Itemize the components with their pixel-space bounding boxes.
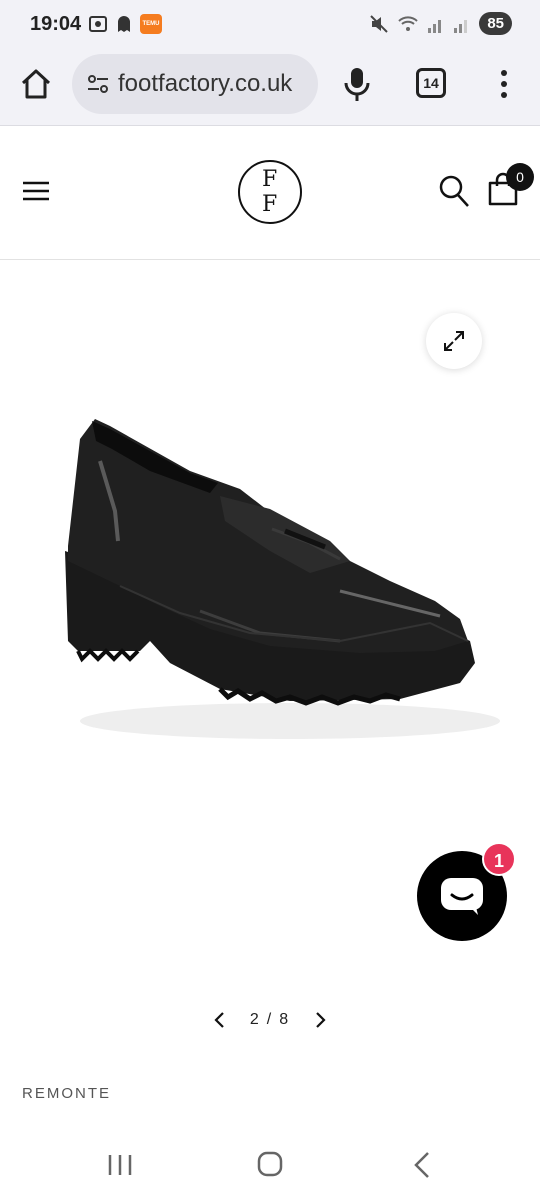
ghost-app-icon [118, 16, 130, 32]
wifi-icon [398, 15, 419, 31]
chat-bubble-icon [441, 878, 483, 915]
next-image-button[interactable] [306, 1006, 334, 1034]
address-bar[interactable]: footfactory.co.uk [72, 54, 318, 114]
site-header: F F 0 [0, 127, 540, 260]
recent-apps-icon[interactable] [106, 1152, 134, 1178]
expand-image-button[interactable] [426, 313, 482, 369]
previous-image-button[interactable] [206, 1006, 234, 1034]
search-icon[interactable] [438, 174, 470, 208]
battery-indicator: 85 [479, 12, 512, 35]
status-system-icons: 85 [369, 12, 512, 35]
status-notification-icons: TEMU [88, 14, 162, 34]
current-page: 2 [249, 1011, 261, 1028]
browser-toolbar: footfactory.co.uk 14 [0, 50, 540, 126]
total-pages: 8 [279, 1011, 291, 1028]
gallery-page-indicator: 2 / 8 [250, 1011, 290, 1029]
signal-icon [428, 19, 442, 33]
product-image[interactable] [40, 401, 500, 761]
chevron-left-icon [214, 1012, 224, 1028]
status-bar: 19:04 TEMU 85 [0, 0, 540, 50]
status-time: 19:04 [30, 13, 82, 35]
chat-notification-badge: 1 [482, 842, 516, 876]
product-brand[interactable]: REMONTE [22, 1085, 111, 1102]
hamburger-menu-icon[interactable] [22, 179, 50, 203]
android-navigation-bar [0, 1130, 540, 1200]
screenshot-icon [89, 16, 107, 32]
expand-arrows-icon [444, 331, 464, 351]
mute-icon [370, 14, 389, 33]
logo-letter-bottom: F [262, 192, 278, 217]
tab-switcher-button[interactable]: 14 [416, 68, 446, 98]
url-text: footfactory.co.uk [118, 70, 293, 97]
microphone-icon[interactable] [340, 64, 374, 104]
temu-icon: TEMU [140, 14, 162, 34]
product-gallery: 1 2 / 8 [0, 261, 540, 1051]
back-icon[interactable] [410, 1150, 434, 1180]
gallery-pager: 2 / 8 [0, 1005, 540, 1035]
cart-count-badge: 0 [506, 163, 534, 191]
signal-icon-2 [454, 19, 468, 33]
overflow-menu-icon[interactable] [490, 66, 518, 102]
home-nav-icon[interactable] [257, 1150, 283, 1178]
logo-letter-top: F [262, 167, 278, 192]
site-logo[interactable]: F F [238, 160, 302, 224]
home-icon[interactable] [18, 66, 54, 102]
chevron-right-icon [316, 1012, 326, 1028]
site-settings-icon[interactable] [84, 70, 112, 98]
page-separator: / [266, 1011, 274, 1028]
